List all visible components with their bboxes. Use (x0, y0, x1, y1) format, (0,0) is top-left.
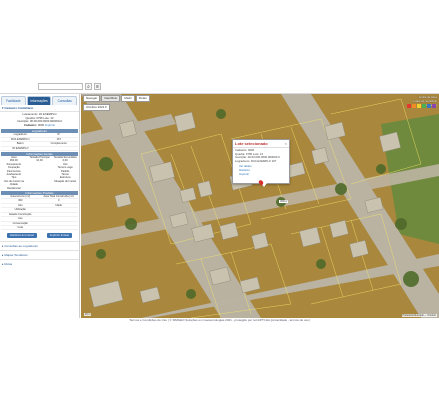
construcao-cell (39, 226, 78, 231)
accordion-mapas[interactable]: ▸ Mapas Temáticos (0, 250, 79, 259)
swatch-orange[interactable] (412, 104, 416, 108)
cadastro-row: Cadastro: 0000 Imprimir (2, 122, 77, 128)
lot-area-label: 360m² (279, 200, 289, 203)
tool-identificar[interactable]: Identificar (101, 95, 121, 102)
popup-links: Ver dados Histórico Imprimir (233, 164, 289, 176)
map-toolbar: Navegar Identificar Medir Rotas (83, 95, 150, 102)
map-view[interactable]: Navegar Identificar Medir Rotas Ortofoto… (81, 94, 439, 318)
logradouro-cell (39, 147, 78, 151)
tool-medir[interactable]: Medir (121, 95, 135, 102)
swatch-yellow[interactable] (417, 104, 421, 108)
tab-consultas[interactable]: Consultas (52, 96, 78, 105)
left-panel: Facilidade Informações Consultas ▾ Cadas… (0, 94, 80, 318)
print-button[interactable]: Imprimir Imóvel (46, 233, 72, 239)
panel-tabs: Facilidade Informações Consultas (1, 96, 78, 105)
cadastro-label: Cadastro: (24, 122, 38, 127)
info-cell (52, 187, 78, 190)
popup-line: Logradouro: RUA EXEMPLO 167 (235, 158, 277, 163)
cadastro-value: 0000 (37, 122, 45, 127)
scale-bar: 20 m (84, 313, 92, 316)
map-attribution: Prefeitura Municipal — Ortofoto (401, 314, 437, 317)
info-cell (27, 187, 53, 190)
popup-link[interactable]: Imprimir (239, 172, 287, 177)
tool-rotas[interactable]: Rotas (135, 95, 150, 102)
history-button[interactable]: Histórico do Imóvel (7, 233, 37, 239)
popup-title: Lote selecionado (233, 140, 289, 148)
info-cell: Residencial (7, 186, 21, 190)
tab-informacoes[interactable]: Informações (26, 96, 52, 105)
logradouro-grid: Logradouro Nº RUA EXEMPLO 167 Bairro Com… (1, 133, 78, 151)
construcao-grid: Área terreno (m²) Área Total Construída … (1, 195, 78, 231)
swatch-purple[interactable] (432, 104, 436, 108)
accordion-consultas[interactable]: ▸ Consultas ao Logradouro (0, 241, 79, 250)
panel-buttons: Histórico do Imóvel Imprimir Imóvel (0, 230, 79, 241)
info-cell (27, 180, 53, 187)
tool-navegar[interactable]: Navegar (83, 95, 101, 102)
section-cadastro[interactable]: ▾ Cadastro Imobiliário (0, 105, 79, 112)
cadastro-info: Loteamento: JD EXEMPLO Quadra: 0795 Lote… (0, 112, 79, 128)
tab-facilidade[interactable]: Facilidade (1, 96, 26, 105)
accordion-rotas[interactable]: ▸ Rotas (0, 259, 79, 268)
construcao-cell: Cota (1, 226, 40, 231)
info-cell: Uso do Imóvel na Cidade (3, 179, 24, 187)
footer-text: Termos e Condições de Uso | © SIMGEO Sol… (129, 318, 310, 322)
informacoes-grid: Área Testada Principal Testada Secundári… (1, 156, 78, 190)
search-input[interactable] (38, 83, 83, 90)
lot-popup: Lote selecionado × Cadastro: 0000 Quadra… (232, 139, 290, 187)
popup-body: Cadastro: 0000 Quadra: 0795 Lote: 13 Ins… (233, 148, 289, 164)
swatch-green[interactable] (422, 104, 426, 108)
aerial-imagery (81, 94, 439, 318)
swatch-blue[interactable] (427, 104, 431, 108)
menu-button[interactable]: ≡ (94, 83, 101, 90)
close-icon[interactable]: × (285, 141, 287, 146)
swatch-red[interactable] (407, 104, 411, 108)
info-cell: Situação do Imóvel (54, 179, 77, 183)
color-swatches (407, 104, 436, 108)
logradouro-cell: JD EXEMPLO (1, 147, 40, 151)
basemap-select[interactable]: Ortofoto 2021 ▾ (83, 104, 110, 111)
cadastro-print-link[interactable]: Imprimir (45, 123, 55, 127)
search-button[interactable]: ⌕ (85, 83, 92, 90)
